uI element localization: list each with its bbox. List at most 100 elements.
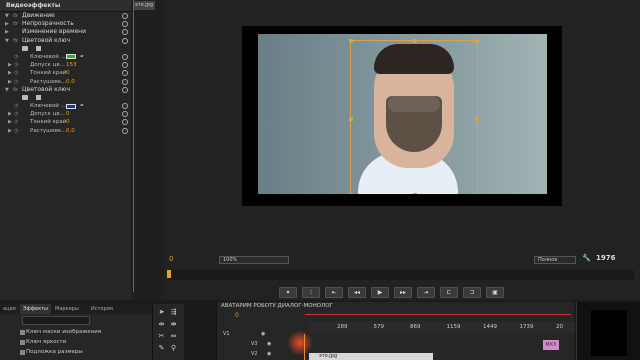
reset-icon[interactable]: [122, 21, 128, 28]
twirl-icon[interactable]: ▶: [8, 118, 12, 126]
reset-icon[interactable]: [122, 13, 128, 19]
fx-badge[interactable]: fx: [13, 20, 18, 28]
tab[interactable]: История: [88, 304, 116, 314]
clip-v3[interactable]: это.jpg: [309, 353, 433, 360]
reset-icon[interactable]: [122, 53, 128, 60]
stopwatch-icon[interactable]: ◷: [14, 53, 18, 61]
stopwatch-icon[interactable]: ◷: [14, 78, 18, 86]
zoom-select[interactable]: 100%: [219, 256, 289, 264]
timeline-playhead[interactable]: [304, 334, 305, 360]
reset-icon[interactable]: [122, 127, 128, 134]
track-select-tool-icon[interactable]: ⇶: [169, 308, 178, 317]
wrench-icon[interactable]: 🔧: [582, 254, 591, 262]
twirl-icon[interactable]: ▶: [8, 69, 12, 77]
param-value[interactable]: 153: [66, 61, 77, 69]
scrub-playhead[interactable]: [167, 270, 171, 278]
handle-r[interactable]: [475, 117, 479, 121]
twirl-icon[interactable]: ▶: [8, 61, 12, 69]
twirl-icon[interactable]: ▼: [5, 37, 9, 45]
tab[interactable]: Маркеры: [52, 304, 82, 314]
reset-icon[interactable]: [122, 119, 128, 126]
timeline-timecode[interactable]: 0: [235, 312, 239, 319]
reset-icon[interactable]: [122, 78, 128, 85]
search-input[interactable]: [22, 316, 90, 325]
reset-icon[interactable]: [122, 29, 128, 36]
list-item[interactable]: Ключ маски изображения: [26, 329, 101, 335]
stopwatch-icon[interactable]: ◷: [14, 110, 18, 118]
reset-icon[interactable]: [122, 37, 128, 44]
transform-bounding-box[interactable]: [349, 39, 479, 194]
twirl-icon[interactable]: ▼: [5, 12, 9, 20]
rolling-edit-tool-icon[interactable]: ⇼: [169, 320, 178, 329]
mark-in-button[interactable]: ▾: [279, 287, 297, 298]
sequence-title[interactable]: АВАТАРИМ РОБОТУ ДИАЛОГ-МОНОЛОГ: [221, 303, 333, 309]
work-area-bar[interactable]: [305, 314, 571, 315]
effect-name[interactable]: Цветовой ключ: [22, 37, 70, 45]
handle-tr[interactable]: [475, 39, 479, 43]
scrub-bar[interactable]: [168, 270, 634, 280]
reset-icon[interactable]: [122, 111, 128, 118]
handle-bl[interactable]: [349, 193, 353, 194]
go-to-in-button[interactable]: ⇤: [325, 287, 343, 298]
fx-badge[interactable]: fx: [13, 86, 18, 94]
tab[interactable]: Эффекты: [20, 304, 51, 314]
video-preview[interactable]: [242, 26, 562, 206]
time-ruler[interactable]: 289 579 869 1159 1449 1739 20: [309, 322, 575, 332]
eyedropper-icon[interactable]: ✒: [80, 102, 84, 110]
param-value[interactable]: 0: [66, 118, 70, 126]
twirl-icon[interactable]: ▶: [8, 78, 12, 86]
effect-name[interactable]: Цветовой ключ: [22, 86, 70, 94]
quality-select[interactable]: Полное: [534, 256, 576, 264]
mark-out-button[interactable]: ⁝: [302, 287, 320, 298]
list-item[interactable]: Подложка размеры: [26, 349, 83, 355]
eyedropper-icon[interactable]: ✒: [80, 53, 84, 61]
handle-br[interactable]: [475, 193, 479, 194]
handle-l[interactable]: [349, 117, 353, 121]
param-value[interactable]: 0: [66, 110, 70, 118]
track-label[interactable]: V2: [251, 350, 258, 359]
color-swatch[interactable]: [66, 54, 76, 60]
ellipse-mask-icon[interactable]: [22, 46, 28, 52]
list-item[interactable]: Ключ яркости: [26, 339, 66, 345]
track-label[interactable]: V1: [223, 330, 230, 339]
fx-badge[interactable]: fx: [13, 12, 18, 20]
param-value[interactable]: 0,0: [66, 127, 75, 135]
reset-icon[interactable]: [122, 70, 128, 77]
go-to-out-button[interactable]: ⇥: [417, 287, 435, 298]
eye-icon[interactable]: ◉: [267, 340, 271, 349]
clip-mx[interactable]: МХХ: [543, 340, 559, 350]
step-forward-button[interactable]: ▸▸: [394, 287, 412, 298]
eye-icon[interactable]: ◉: [261, 330, 265, 339]
play-button[interactable]: ▶: [371, 287, 389, 298]
handle-b[interactable]: [413, 193, 417, 194]
effect-name[interactable]: Непрозрачность: [22, 20, 74, 28]
overwrite-button[interactable]: ⊐: [463, 287, 481, 298]
handle-tl[interactable]: [349, 39, 353, 43]
track-label[interactable]: V3: [251, 340, 258, 349]
stopwatch-icon[interactable]: ◷: [14, 69, 18, 77]
ellipse-mask-icon[interactable]: [22, 95, 28, 101]
stopwatch-icon[interactable]: ◷: [14, 118, 18, 126]
current-timecode[interactable]: 0: [169, 255, 173, 263]
fx-badge[interactable]: fx: [13, 37, 18, 45]
zoom-tool-icon[interactable]: ⚲: [169, 344, 178, 353]
param-value[interactable]: 0,0: [66, 78, 75, 86]
handle-t[interactable]: [413, 39, 417, 43]
effect-playhead[interactable]: [133, 0, 134, 292]
twirl-icon[interactable]: ▼: [5, 86, 9, 94]
slip-tool-icon[interactable]: ⇔: [169, 332, 178, 341]
tab[interactable]: ация: [0, 304, 19, 314]
effect-name[interactable]: Движение: [22, 12, 55, 20]
color-swatch[interactable]: [66, 103, 76, 109]
export-frame-button[interactable]: ▣: [486, 287, 504, 298]
reset-icon[interactable]: [122, 103, 128, 110]
reset-icon[interactable]: [122, 62, 128, 69]
pen-tool-icon[interactable]: ✎: [157, 344, 166, 353]
selection-tool-icon[interactable]: ➤: [157, 308, 166, 317]
twirl-icon[interactable]: ▶: [8, 110, 12, 118]
twirl-icon[interactable]: ▶: [5, 20, 9, 28]
rectangle-mask-icon[interactable]: [36, 46, 41, 52]
param-value[interactable]: 0: [66, 69, 70, 77]
step-back-button[interactable]: ◂◂: [348, 287, 366, 298]
stopwatch-icon[interactable]: ◷: [14, 102, 18, 110]
